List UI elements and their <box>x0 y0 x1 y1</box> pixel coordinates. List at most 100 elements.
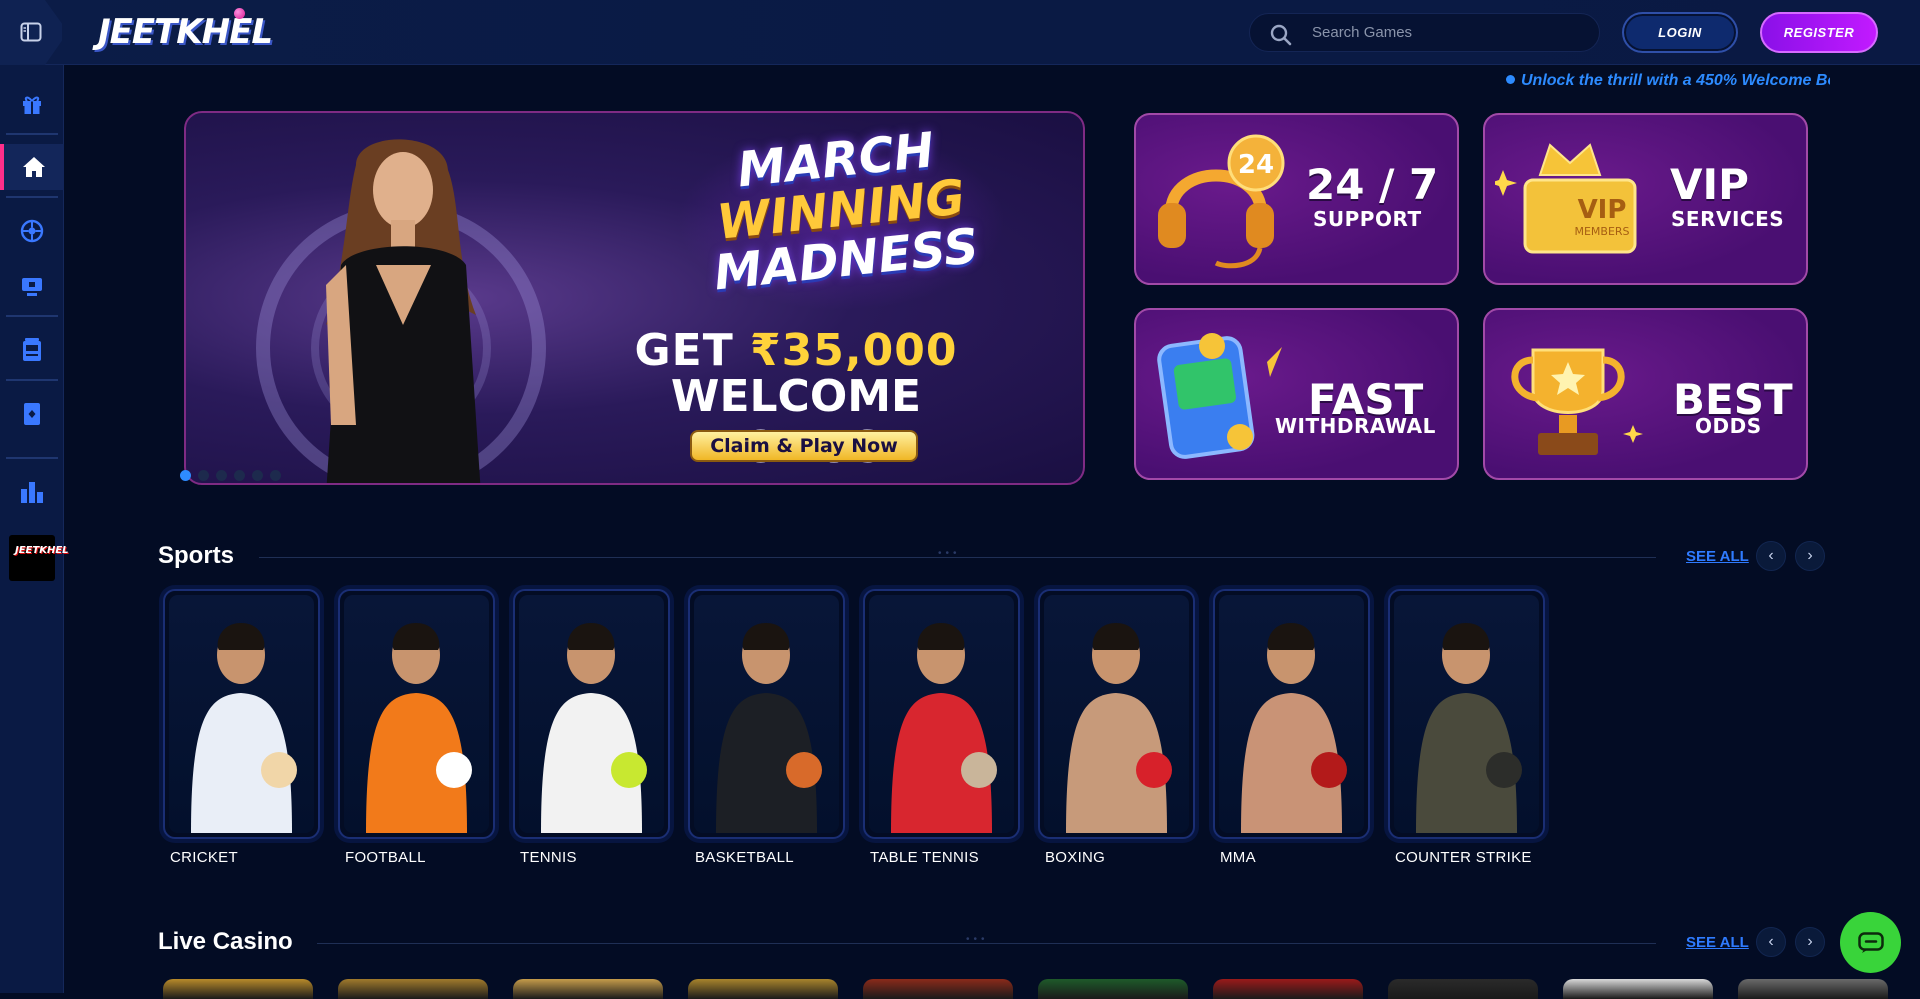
sports-ball-icon <box>20 219 44 243</box>
sport-label[interactable]: FOOTBALL <box>345 849 426 866</box>
promo-ticker: Unlock the thrill with a 450% Welcome Bo… <box>1500 72 1830 94</box>
sport-card[interactable] <box>1038 589 1195 839</box>
svg-text:24: 24 <box>1238 150 1274 180</box>
sport-card[interactable] <box>1213 589 1370 839</box>
sidebar-item-live-casino[interactable] <box>0 264 64 310</box>
home-icon <box>23 157 45 177</box>
offer-prefix: GET <box>634 325 734 376</box>
sport-label[interactable]: CRICKET <box>170 849 238 866</box>
search-icon <box>1270 24 1292 46</box>
sidebar-item-promotions[interactable] <box>0 81 64 127</box>
sidebar-divider <box>6 315 58 317</box>
hero-banner[interactable]: MARCH WINNING MADNESS GET ₹35,000 WELCOM… <box>184 111 1085 485</box>
see-all-sports-link[interactable]: SEE ALL <box>1686 548 1749 565</box>
card-icon <box>24 403 40 425</box>
chevron-left-icon: ‹ <box>1768 933 1774 950</box>
casino-game-card[interactable] <box>688 979 838 999</box>
claim-play-button[interactable]: Claim & Play Now <box>690 430 918 462</box>
sidebar-divider <box>6 379 58 381</box>
carousel-dot[interactable] <box>234 470 245 481</box>
search-bar[interactable] <box>1249 13 1600 52</box>
casino-game-card[interactable] <box>1563 979 1713 999</box>
search-input[interactable] <box>1312 14 1582 51</box>
sidebar-item-home[interactable] <box>0 144 64 190</box>
section-title-sports: Sports <box>158 542 235 569</box>
carousel-dots <box>180 470 300 482</box>
sport-card[interactable] <box>688 589 845 839</box>
carousel-dot[interactable] <box>216 470 227 481</box>
ticker-text: Unlock the thrill with a 450% Welcome Bo… <box>1521 72 1830 89</box>
bar-chart-icon <box>21 482 43 503</box>
slot-machine-icon <box>23 338 41 361</box>
register-button[interactable]: REGISTER <box>1760 12 1878 53</box>
sport-card[interactable] <box>513 589 670 839</box>
sport-label[interactable]: BOXING <box>1045 849 1105 866</box>
feature-tile-vip[interactable]: VIP MEMBERS VIP SERVICES <box>1483 113 1808 285</box>
sports-prev-button[interactable]: ‹ <box>1756 541 1786 571</box>
section-title-live-casino: Live Casino <box>158 928 293 955</box>
sport-image <box>1044 595 1189 833</box>
top-bar: JEETKHEL LOGIN REGISTER <box>0 0 1920 65</box>
sidebar-divider <box>6 196 58 198</box>
headset-icon: 24 <box>1158 134 1285 269</box>
chevron-left-icon: ‹ <box>1768 547 1774 564</box>
casino-game-card[interactable] <box>338 979 488 999</box>
sport-image <box>519 595 664 833</box>
feature-tile-odds[interactable]: BEST ODDS <box>1483 308 1808 480</box>
sidebar-item-stats[interactable] <box>0 469 64 515</box>
sidebar-toggle-button[interactable] <box>0 0 62 65</box>
tile-subheading: ODDS <box>1695 414 1762 438</box>
casino-game-card[interactable] <box>1738 979 1888 999</box>
carousel-dot[interactable] <box>270 470 281 481</box>
feature-tile-withdrawal[interactable]: FAST WITHDRAWAL <box>1134 308 1459 480</box>
logo-dot-icon <box>234 8 245 19</box>
sidebar-item-cards[interactable] <box>0 391 64 437</box>
chevron-right-icon: › <box>1807 547 1813 564</box>
site-logo[interactable]: JEETKHEL <box>98 12 273 52</box>
hero-offer: GET ₹35,000 <box>586 325 1006 376</box>
carousel-dot[interactable] <box>198 470 209 481</box>
casino-next-button[interactable]: › <box>1795 927 1825 957</box>
casino-prev-button[interactable]: ‹ <box>1756 927 1786 957</box>
sport-card[interactable] <box>163 589 320 839</box>
vip-badge-subtext: MEMBERS <box>1574 225 1630 238</box>
sport-card[interactable] <box>863 589 1020 839</box>
sport-image <box>1219 595 1364 833</box>
casino-game-card[interactable] <box>1388 979 1538 999</box>
sport-label[interactable]: TABLE TENNIS <box>870 849 979 866</box>
sidebar-divider <box>6 457 58 459</box>
hero-headline: MARCH WINNING MADNESS <box>639 115 1043 305</box>
sport-label[interactable]: MMA <box>1220 849 1256 866</box>
monitor-icon <box>22 278 42 296</box>
sport-label[interactable]: BASKETBALL <box>695 849 794 866</box>
sport-image <box>694 595 839 833</box>
login-button[interactable]: LOGIN <box>1622 12 1738 53</box>
casino-game-card[interactable] <box>163 979 313 999</box>
carousel-dot[interactable] <box>252 470 263 481</box>
live-chat-button[interactable] <box>1840 912 1901 973</box>
section-dots-decoration: ••• <box>938 548 961 559</box>
sport-label[interactable]: TENNIS <box>520 849 577 866</box>
sport-card[interactable] <box>1388 589 1545 839</box>
phone-cash-icon <box>1157 333 1282 459</box>
sidebar-divider <box>6 133 58 135</box>
sport-card[interactable] <box>338 589 495 839</box>
sidebar: JEETKHEL <box>0 65 69 993</box>
sports-next-button[interactable]: › <box>1795 541 1825 571</box>
sport-image <box>1394 595 1539 833</box>
offer-amount: ₹35,000 <box>750 325 958 376</box>
casino-game-card[interactable] <box>1213 979 1363 999</box>
casino-game-card[interactable] <box>863 979 1013 999</box>
model-image <box>326 139 481 483</box>
sport-image <box>869 595 1014 833</box>
casino-game-card[interactable] <box>513 979 663 999</box>
casino-game-card[interactable] <box>1038 979 1188 999</box>
see-all-live-casino-link[interactable]: SEE ALL <box>1686 934 1749 951</box>
sidebar-item-slots[interactable] <box>0 327 64 373</box>
sidebar-item-sports[interactable] <box>0 208 64 254</box>
sidebar-brand-logo[interactable]: JEETKHEL <box>9 535 69 581</box>
sport-label[interactable]: COUNTER STRIKE <box>1395 849 1532 866</box>
gift-icon <box>23 96 41 114</box>
carousel-dot[interactable] <box>180 470 191 481</box>
feature-tile-support[interactable]: 24 24 / 7 SUPPORT <box>1134 113 1459 285</box>
